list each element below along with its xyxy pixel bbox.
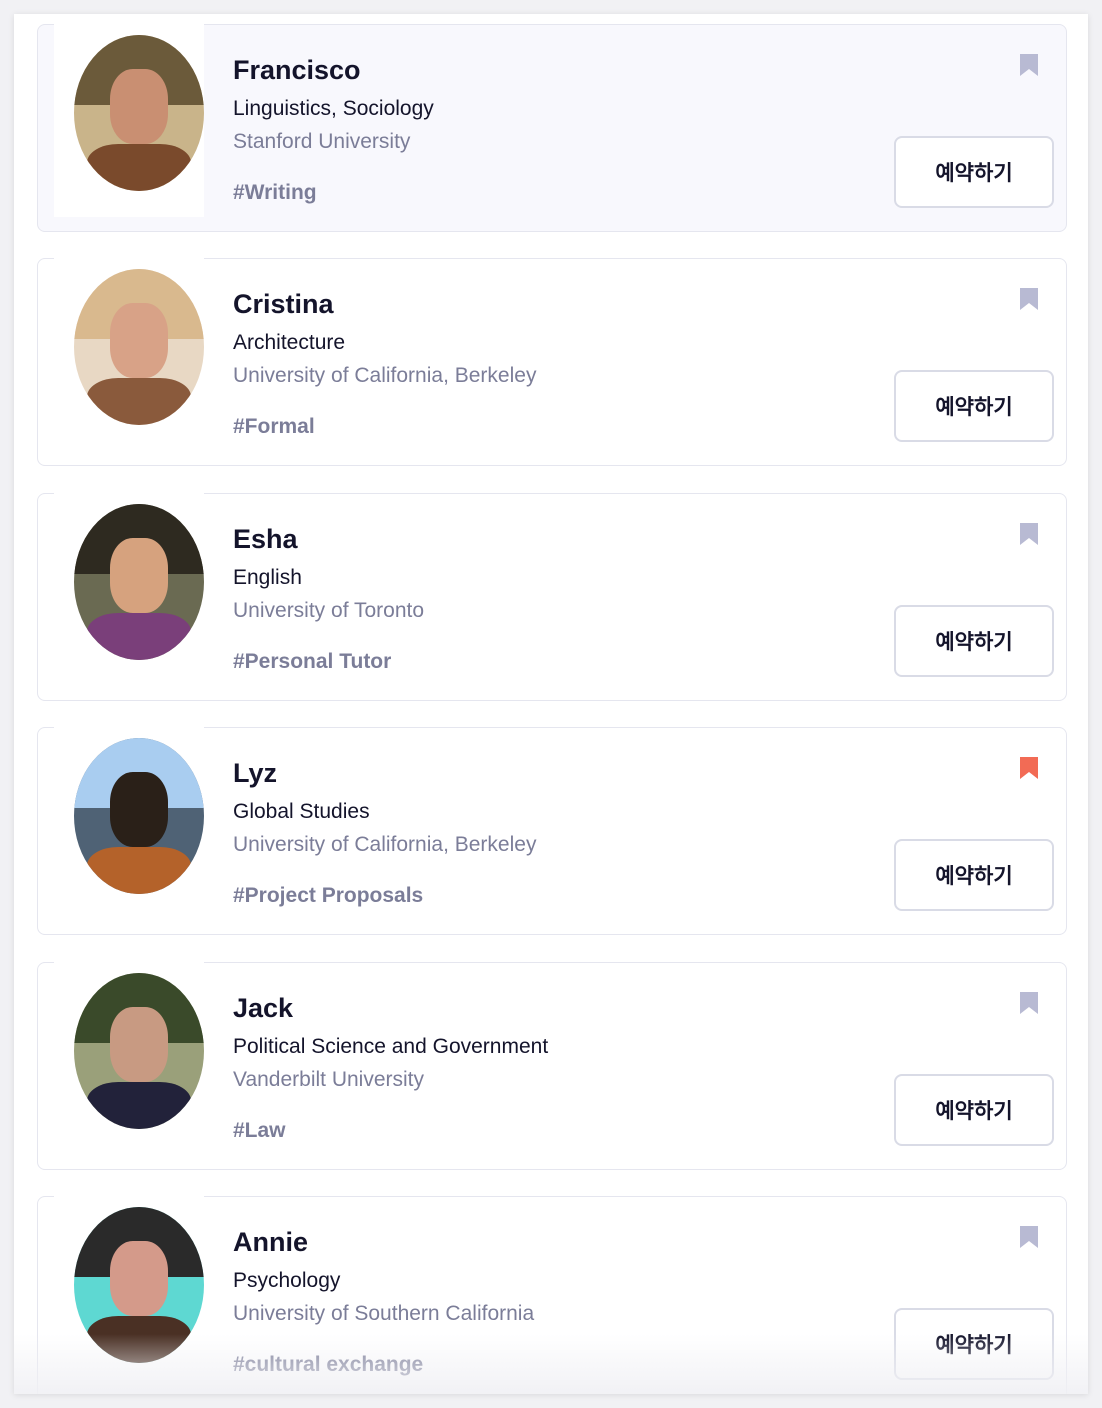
bookmark-icon[interactable] (1018, 52, 1040, 78)
avatar-container (54, 486, 204, 686)
avatar-container (54, 955, 204, 1155)
tutor-tag[interactable]: #cultural exchange (233, 1353, 423, 1377)
tutor-card[interactable]: Cristina Architecture University of Cali… (37, 251, 1067, 466)
bookmark-icon[interactable] (1018, 990, 1040, 1016)
tutor-tag[interactable]: #Writing (233, 181, 317, 205)
avatar-container (54, 251, 204, 451)
bookmark-icon[interactable] (1018, 286, 1040, 312)
tutor-card[interactable]: Annie Psychology University of Southern … (37, 1189, 1067, 1394)
tutor-name[interactable]: Esha (233, 524, 298, 555)
tutor-card[interactable]: Lyz Global Studies University of Califor… (37, 720, 1067, 935)
bookmark-icon[interactable] (1018, 521, 1040, 547)
tutor-school: University of Toronto (233, 599, 425, 622)
tutor-tag[interactable]: #Formal (233, 415, 315, 439)
tutor-tag[interactable]: #Law (233, 1119, 286, 1143)
avatar[interactable] (74, 35, 204, 191)
tutor-school: University of California, Berkeley (233, 364, 537, 387)
tutor-school: University of Southern California (233, 1302, 535, 1325)
tutor-card[interactable]: Esha English University of Toronto #Pers… (37, 486, 1067, 701)
book-button[interactable]: 예약하기 (894, 839, 1054, 911)
tutor-name[interactable]: Jack (233, 993, 293, 1024)
tutor-name[interactable]: Annie (233, 1227, 308, 1258)
avatar-container (54, 17, 204, 217)
avatar-container (54, 720, 204, 920)
avatar[interactable] (74, 504, 204, 660)
tutor-name[interactable]: Cristina (233, 289, 334, 320)
avatar[interactable] (74, 973, 204, 1129)
book-button[interactable]: 예약하기 (894, 136, 1054, 208)
book-button[interactable]: 예약하기 (894, 1308, 1054, 1380)
tutor-card[interactable]: Francisco Linguistics, Sociology Stanfor… (37, 17, 1067, 232)
tutor-list-panel: Francisco Linguistics, Sociology Stanfor… (14, 14, 1088, 1394)
book-button[interactable]: 예약하기 (894, 605, 1054, 677)
avatar[interactable] (74, 269, 204, 425)
tutor-major: Global Studies (233, 800, 370, 823)
tutor-school: University of California, Berkeley (233, 833, 537, 856)
avatar[interactable] (74, 1207, 204, 1363)
tutor-major: Political Science and Government (233, 1035, 549, 1058)
book-button[interactable]: 예약하기 (894, 370, 1054, 442)
tutor-major: Architecture (233, 331, 346, 354)
avatar[interactable] (74, 738, 204, 894)
tutor-name[interactable]: Francisco (233, 55, 361, 86)
book-button[interactable]: 예약하기 (894, 1074, 1054, 1146)
tutor-name[interactable]: Lyz (233, 758, 277, 789)
bookmark-icon[interactable] (1018, 755, 1040, 781)
avatar-container (54, 1189, 204, 1389)
tutor-school: Stanford University (233, 130, 411, 153)
tutor-tag[interactable]: #Project Proposals (233, 884, 423, 908)
tutor-major: Linguistics, Sociology (233, 97, 434, 120)
tutor-school: Vanderbilt University (233, 1068, 425, 1091)
tutor-card[interactable]: Jack Political Science and Government Va… (37, 955, 1067, 1170)
bookmark-icon[interactable] (1018, 1224, 1040, 1250)
tutor-major: English (233, 566, 302, 589)
tutor-tag[interactable]: #Personal Tutor (233, 650, 391, 674)
tutor-major: Psychology (233, 1269, 341, 1292)
